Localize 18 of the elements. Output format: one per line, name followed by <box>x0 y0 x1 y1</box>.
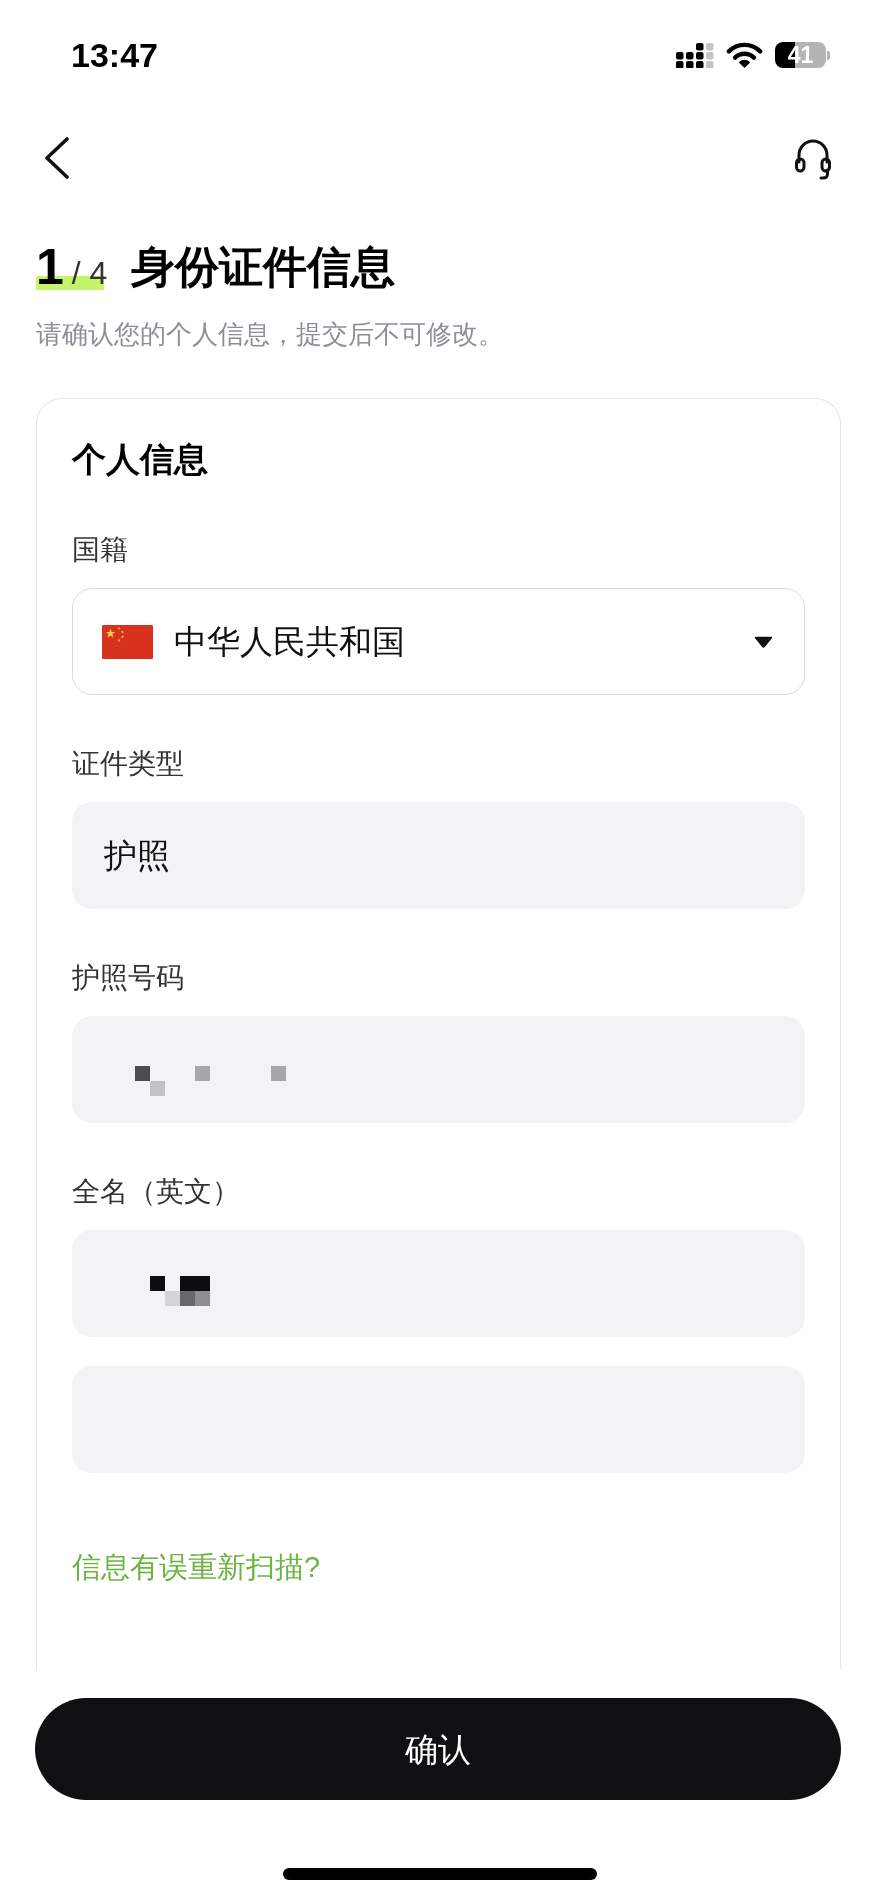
field-label: 全名（英文） <box>72 1175 240 1209</box>
caret-down-icon <box>754 635 773 648</box>
page-title: 身份证件信息 <box>131 245 396 289</box>
input-field[interactable] <box>72 1230 805 1337</box>
wifi-icon <box>726 42 763 68</box>
field-label: 证件类型 <box>72 747 184 781</box>
status-time: 13:47 <box>71 38 158 72</box>
field-label: 护照号码 <box>72 961 184 995</box>
signal-icon <box>676 42 714 68</box>
back-icon[interactable] <box>44 137 70 179</box>
field-label: 国籍 <box>72 533 128 567</box>
input-field[interactable] <box>72 1016 805 1123</box>
confirm-button[interactable]: 确认 <box>35 1698 841 1800</box>
section-title: 个人信息 <box>72 439 208 480</box>
dropdown-field[interactable]: 中华人民共和国 <box>72 588 805 695</box>
input-field[interactable]: 护照 <box>72 802 805 909</box>
page-subtitle: 请确认您的个人信息，提交后不可修改。 <box>36 318 504 351</box>
flag-icon <box>102 623 153 660</box>
